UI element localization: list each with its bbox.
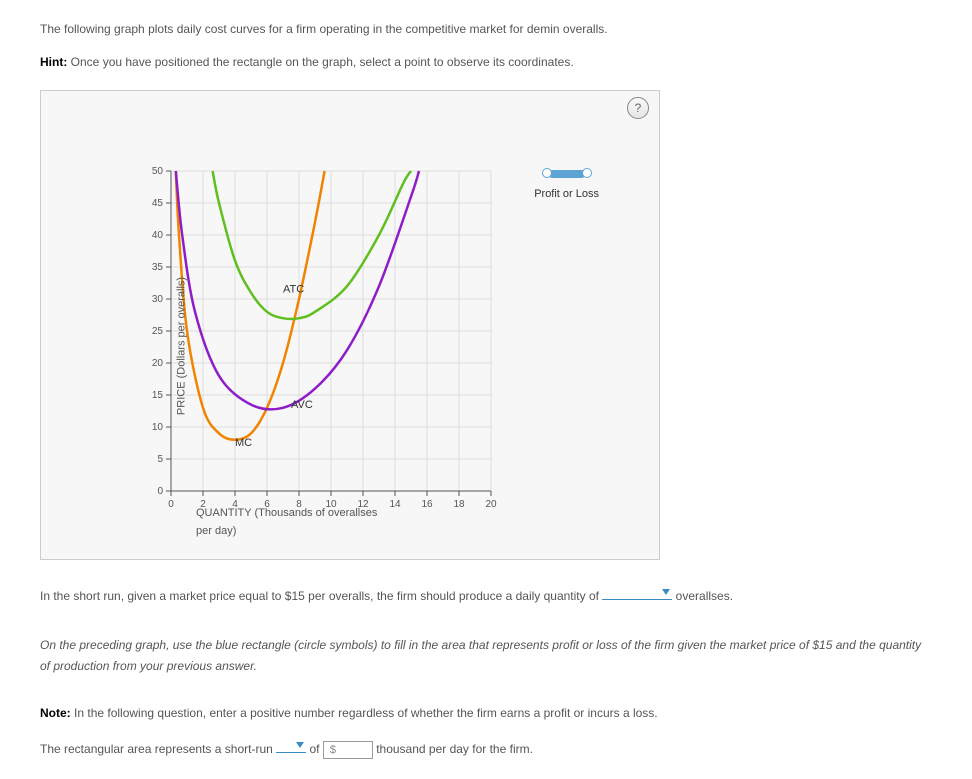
q2-mid: of [309, 742, 319, 756]
profit-loss-dropdown[interactable] [276, 737, 306, 753]
svg-text:45: 45 [152, 198, 164, 209]
svg-text:ATC: ATC [283, 284, 304, 296]
svg-text:15: 15 [152, 390, 164, 401]
svg-text:25: 25 [152, 326, 164, 337]
note-line: Note: In the following question, enter a… [40, 704, 932, 723]
chart-svg: 0246810121416182005101520253035404550 MC… [141, 161, 501, 551]
chart-grid [171, 171, 491, 491]
svg-text:14: 14 [389, 499, 401, 510]
svg-text:5: 5 [157, 454, 163, 465]
legend-label: Profit or Loss [534, 186, 599, 204]
dollar-prefix: $ [330, 742, 336, 760]
q1-after: overallses. [676, 589, 733, 603]
svg-text:0: 0 [157, 486, 163, 497]
chart-curves: MC AVC ATC [176, 171, 419, 449]
svg-text:10: 10 [152, 422, 164, 433]
hint-text: Once you have positioned the rectangle o… [71, 55, 574, 69]
svg-text:35: 35 [152, 262, 164, 273]
chart-area[interactable]: 0246810121416182005101520253035404550 MC… [101, 146, 481, 546]
question-2: The rectangular area represents a short-… [40, 737, 932, 759]
svg-text:20: 20 [152, 358, 164, 369]
q2-after: thousand per day for the firm. [376, 742, 533, 756]
note-text: In the following question, enter a posit… [74, 706, 658, 720]
q1-before: In the short run, given a market price e… [40, 589, 599, 603]
help-icon[interactable]: ? [627, 97, 649, 119]
x-axis-label: QUANTITY (Thousands of overallses per da… [196, 505, 386, 540]
svg-text:30: 30 [152, 294, 164, 305]
amount-input[interactable]: $ [323, 741, 373, 759]
svg-text:16: 16 [421, 499, 433, 510]
y-axis-label: PRICE (Dollars per overalls) [173, 277, 191, 415]
svg-text:AVC: AVC [291, 399, 313, 411]
svg-text:20: 20 [485, 499, 497, 510]
rectangle-tool-icon [544, 166, 590, 182]
svg-text:50: 50 [152, 166, 164, 177]
hint-label: Hint: [40, 55, 67, 69]
graph-instruction: On the preceding graph, use the blue rec… [40, 635, 932, 678]
note-label: Note: [40, 706, 71, 720]
svg-text:18: 18 [453, 499, 465, 510]
hint-line: Hint: Once you have positioned the recta… [40, 53, 932, 72]
question-1: In the short run, given a market price e… [40, 584, 932, 606]
quantity-dropdown[interactable] [602, 584, 672, 600]
intro-text: The following graph plots daily cost cur… [40, 20, 932, 39]
svg-text:40: 40 [152, 230, 164, 241]
graph-panel[interactable]: ? 0246810121416182005101520253035404550 … [40, 90, 660, 560]
svg-text:MC: MC [235, 438, 252, 450]
svg-text:0: 0 [168, 499, 174, 510]
q2-before: The rectangular area represents a short-… [40, 742, 273, 756]
profit-loss-tool[interactable]: Profit or Loss [534, 166, 599, 204]
